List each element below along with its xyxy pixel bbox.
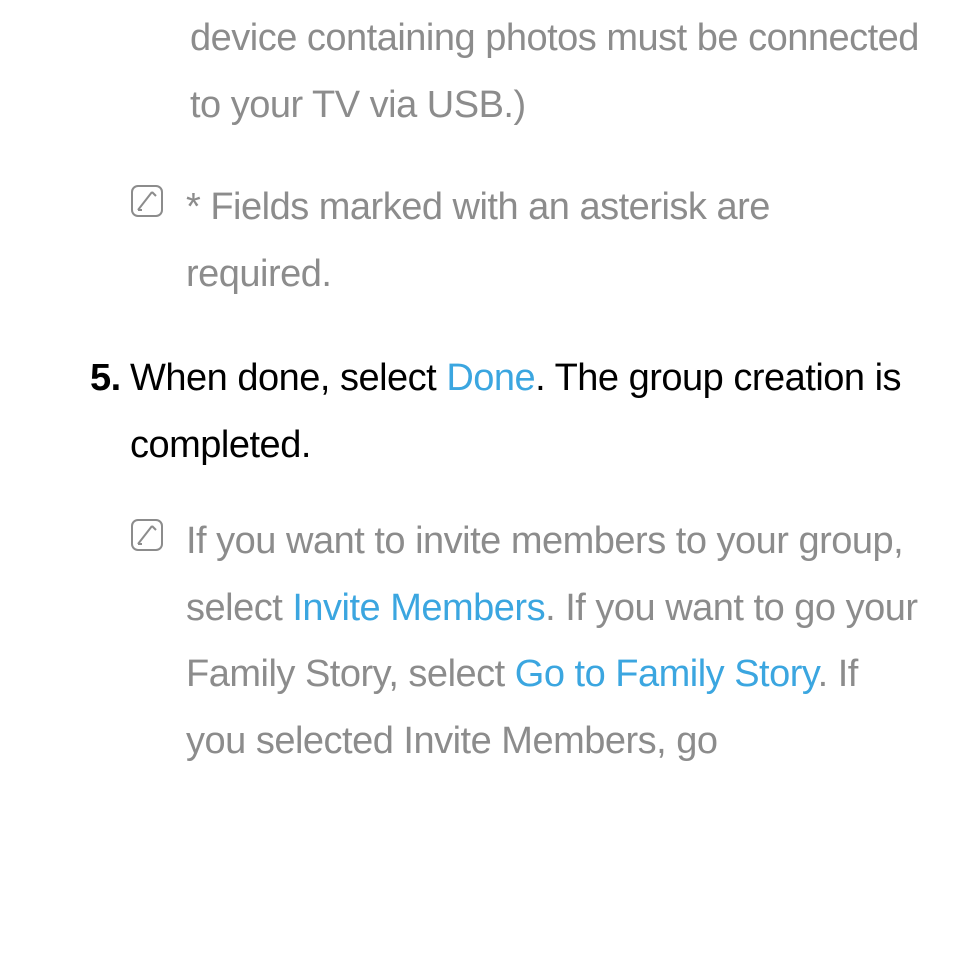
- step-5-pre: When done, select: [130, 357, 446, 399]
- done-link[interactable]: Done: [446, 357, 535, 399]
- step-5-number: 5.: [90, 345, 121, 412]
- note-icon: [130, 518, 164, 552]
- note-asterisk-block: * Fields marked with an asterisk are req…: [130, 174, 924, 307]
- invite-members-link[interactable]: Invite Members: [292, 587, 545, 629]
- note-invite-block: If you want to invite members to your gr…: [130, 508, 924, 774]
- note-asterisk-text: * Fields marked with an asterisk are req…: [186, 186, 770, 295]
- goto-family-story-link[interactable]: Go to Family Story: [515, 653, 818, 695]
- fragment-usb-text: device containing photos must be connect…: [130, 5, 924, 138]
- fragment-text: device containing photos must be connect…: [190, 17, 919, 126]
- note-icon: [130, 184, 164, 218]
- step-5-row: 5. When done, select Done. The group cre…: [130, 345, 924, 478]
